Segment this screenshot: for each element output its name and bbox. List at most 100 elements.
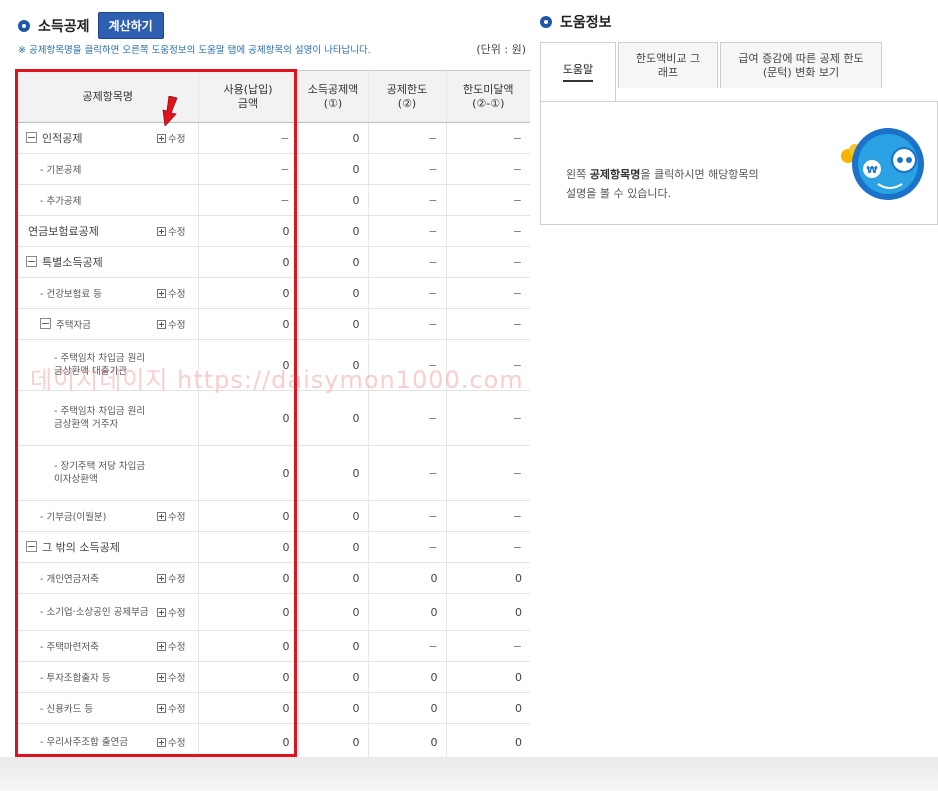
row-name[interactable]: - 투자조합출자 등 [18,661,153,693]
tab-limit-graph-label[interactable]: 한도액비교 그래프 [631,52,705,80]
row-name-cell[interactable]: 특별소득공제 [18,246,153,278]
limit-cell: − [368,500,447,532]
under-cell: − [446,500,531,532]
row-name[interactable]: - 건강보험료 등 [18,277,153,309]
limit-cell: − [368,184,447,216]
usage-cell: 0 [198,246,299,278]
tab-threshold-change[interactable]: 급여 증감에 따른 공제 한도(문턱) 변화 보기 [720,42,882,88]
tab-threshold-change-label[interactable]: 급여 증감에 따른 공제 한도(문턱) 변화 보기 [735,52,867,80]
deduct-cell: 0 [298,531,369,563]
help-tabs: 도움말 한도액비교 그래프 급여 증감에 따른 공제 한도(문턱) 변화 보기 [540,42,882,101]
edit-link[interactable]: 수정 [153,277,199,309]
edit-link[interactable]: 수정 [153,630,199,662]
limit-cell: 0 [368,661,447,693]
edit-label[interactable]: 수정 [168,608,185,619]
row-name[interactable]: - 기본공제 [18,153,153,185]
calculate-button[interactable]: 계산하기 [97,12,164,39]
help-text-line2: 설명을 볼 수 있습니다. [566,187,672,200]
under-cell: − [446,246,531,278]
deduct-cell: 0 [298,630,369,662]
edit-label[interactable]: 수정 [168,642,185,653]
row-name-cell[interactable]: 주택자금 [18,308,153,340]
row-name[interactable]: 인적공제 [42,132,82,145]
edit-link[interactable]: 수정 [153,562,199,594]
row-name[interactable]: 연금보험료공제 [18,215,153,247]
edit-link[interactable]: 수정 [153,215,199,247]
row-name[interactable]: - 신용카드 등 [18,692,153,724]
row-name[interactable]: - 장기주택 저당 차입금 이자상환액 [18,445,153,501]
limit-cell: − [368,531,447,563]
limit-cell: 0 [368,593,447,631]
row-name[interactable]: - 주택임차 차입금 원리금상환액 거주자 [18,390,153,446]
header-under-l1: 한도미달액 [462,82,514,96]
edit-label[interactable]: 수정 [168,289,185,300]
edit-label[interactable]: 수정 [168,704,185,715]
plus-icon [157,574,166,583]
edit-label[interactable]: 수정 [168,512,185,523]
edit-link[interactable]: 수정 [153,723,199,761]
help-line1-bold: 공제항목명 [589,168,641,181]
collapse-icon[interactable] [40,318,51,329]
collapse-icon[interactable] [26,132,37,143]
row-name-cell[interactable]: 인적공제 [18,122,153,154]
edit-label[interactable]: 수정 [168,134,185,145]
row-name[interactable]: - 기부금(이월분) [18,500,153,532]
limit-cell: 0 [368,723,447,761]
edit-label[interactable]: 수정 [168,673,185,684]
edit-label[interactable]: 수정 [168,574,185,585]
limit-cell: 0 [368,692,447,724]
table-row: 연금보험료공제 수정 0 0 − − [18,215,531,247]
under-cell: − [446,122,531,154]
row-name[interactable]: - 소기업·소상공인 공제부금 [18,593,153,631]
plus-icon [157,738,166,747]
collapse-icon[interactable] [26,541,37,552]
deduct-cell: 0 [298,593,369,631]
empty-edit-cell [153,531,199,563]
header-deduct: 소득공제액 (①) [298,70,369,123]
header-item: 공제항목명 [18,70,199,123]
row-name[interactable]: - 주택마련저축 [18,630,153,662]
table-row: - 건강보험료 등 수정 0 0 − − [18,277,531,309]
usage-cell: 0 [198,277,299,309]
row-name[interactable]: 그 밖의 소득공제 [42,541,120,554]
edit-label[interactable]: 수정 [168,738,185,749]
tab-help[interactable]: 도움말 [540,42,616,101]
row-name[interactable]: - 우리사주조합 출연금 [18,723,153,761]
row-name[interactable]: - 주택임차 차입금 원리금상환액 대출기관 [18,339,153,391]
edit-link[interactable]: 수정 [153,593,199,631]
deduction-table: 공제항목명 사용(납입) 금액 소득공제액 (①) 공제한도 (②) 한도미달액… [18,70,531,761]
edit-label[interactable]: 수정 [168,320,185,331]
limit-cell: 0 [368,562,447,594]
svg-text:₩: ₩ [866,165,877,176]
help-text-line1: 왼쪽 공제항목명을 클릭하시면 해당항목의 [566,166,759,182]
edit-link[interactable]: 수정 [153,500,199,532]
table-row: - 주택마련저축 수정 0 0 − − [18,630,531,662]
table-row: - 투자조합출자 등 수정 0 0 0 0 [18,661,531,693]
edit-link[interactable]: 수정 [153,661,199,693]
empty-edit-cell [153,445,199,501]
row-name[interactable]: - 개인연금저축 [18,562,153,594]
notice-text: ※ 공제항목명을 클릭하면 오른쪽 도움정보의 도움말 탭에 공제항목의 설명이… [18,45,371,56]
header-usage-l2: 금액 [237,96,259,110]
plus-icon [157,608,166,617]
row-name[interactable]: 주택자금 [56,320,91,331]
usage-cell: 0 [198,630,299,662]
edit-link[interactable]: 수정 [153,308,199,340]
row-name[interactable]: - 추가공제 [18,184,153,216]
row-name-cell[interactable]: 그 밖의 소득공제 [18,531,153,563]
usage-cell: 0 [198,445,299,501]
tab-limit-graph[interactable]: 한도액비교 그래프 [618,42,718,88]
empty-edit-cell [153,390,199,446]
table-row: 특별소득공제 0 0 − − [18,246,531,278]
edit-label[interactable]: 수정 [168,227,185,238]
edit-link[interactable]: 수정 [153,122,199,154]
row-name[interactable]: 특별소득공제 [42,256,103,269]
help-section-header: 도움정보 [540,12,612,32]
collapse-icon[interactable] [26,256,37,267]
tab-help-label[interactable]: 도움말 [562,63,594,82]
usage-cell: 0 [198,661,299,693]
edit-link[interactable]: 수정 [153,692,199,724]
under-cell: − [446,630,531,662]
table-row: - 개인연금저축 수정 0 0 0 0 [18,562,531,594]
empty-edit-cell [153,246,199,278]
